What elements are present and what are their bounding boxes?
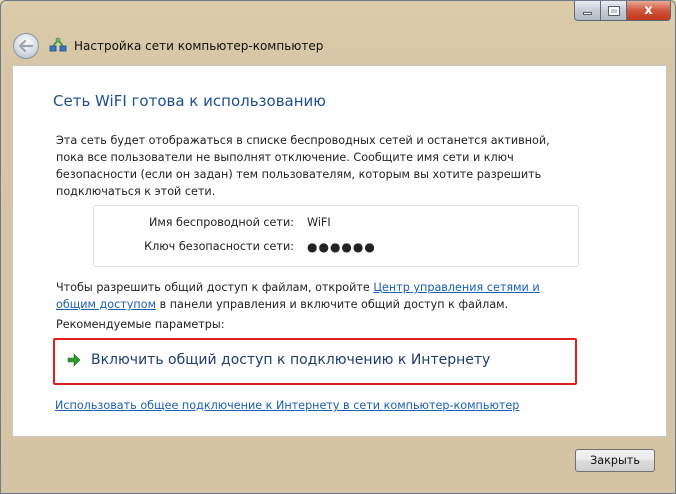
back-arrow-icon [19, 40, 33, 52]
page-heading: Сеть WiFI готова к использованию [53, 92, 326, 110]
enable-ics-label: Включить общий доступ к подключению к Ин… [91, 352, 491, 368]
network-info-box: Имя беспроводной сети: WiFI Ключ безопас… [93, 205, 579, 267]
enable-ics-option[interactable]: Включить общий доступ к подключению к Ин… [67, 352, 490, 368]
file-sharing-text: Чтобы разрешить общий доступ к файлам, о… [56, 279, 576, 313]
close-icon: x [644, 3, 653, 18]
caption-buttons: x [574, 1, 671, 21]
recommended-option-highlight: Включить общий доступ к подключению к Ин… [53, 338, 577, 385]
minimize-button[interactable] [574, 1, 601, 21]
wizard-window: x Настройка сети компьютер-компьютер Сет… [0, 0, 676, 494]
network-name-label: Имя беспроводной сети: [148, 216, 294, 229]
window-title: Настройка сети компьютер-компьютер [74, 39, 324, 53]
security-key-label: Ключ безопасности сети: [144, 240, 294, 253]
security-key-row: Ключ безопасности сети: ●●●●●● [94, 240, 580, 258]
network-name-value: WiFI [307, 216, 331, 229]
network-wizard-icon [49, 37, 67, 52]
network-name-row: Имя беспроводной сети: WiFI [94, 216, 580, 234]
close-button[interactable]: Закрыть [575, 449, 655, 472]
back-button[interactable] [13, 33, 39, 59]
maximize-button[interactable] [601, 1, 627, 21]
share-text-before: Чтобы разрешить общий доступ к файлам, о… [56, 281, 374, 294]
recommended-label: Рекомендуемые параметры: [56, 318, 225, 331]
security-key-value: ●●●●●● [307, 240, 376, 254]
use-shared-connection-link[interactable]: Использовать общее подключение к Интерне… [55, 399, 519, 412]
share-text-after: в панели управления и включите общий дос… [156, 298, 509, 311]
wizard-content: Сеть WiFI готова к использованию Эта сет… [12, 65, 667, 437]
close-window-button[interactable]: x [627, 1, 671, 21]
green-arrow-icon [67, 353, 81, 367]
maximize-icon [607, 5, 620, 16]
title-bar: x Настройка сети компьютер-компьютер [1, 1, 676, 61]
description-text: Эта сеть будет отображаться в списке бес… [56, 134, 550, 198]
minimize-icon [583, 12, 592, 15]
